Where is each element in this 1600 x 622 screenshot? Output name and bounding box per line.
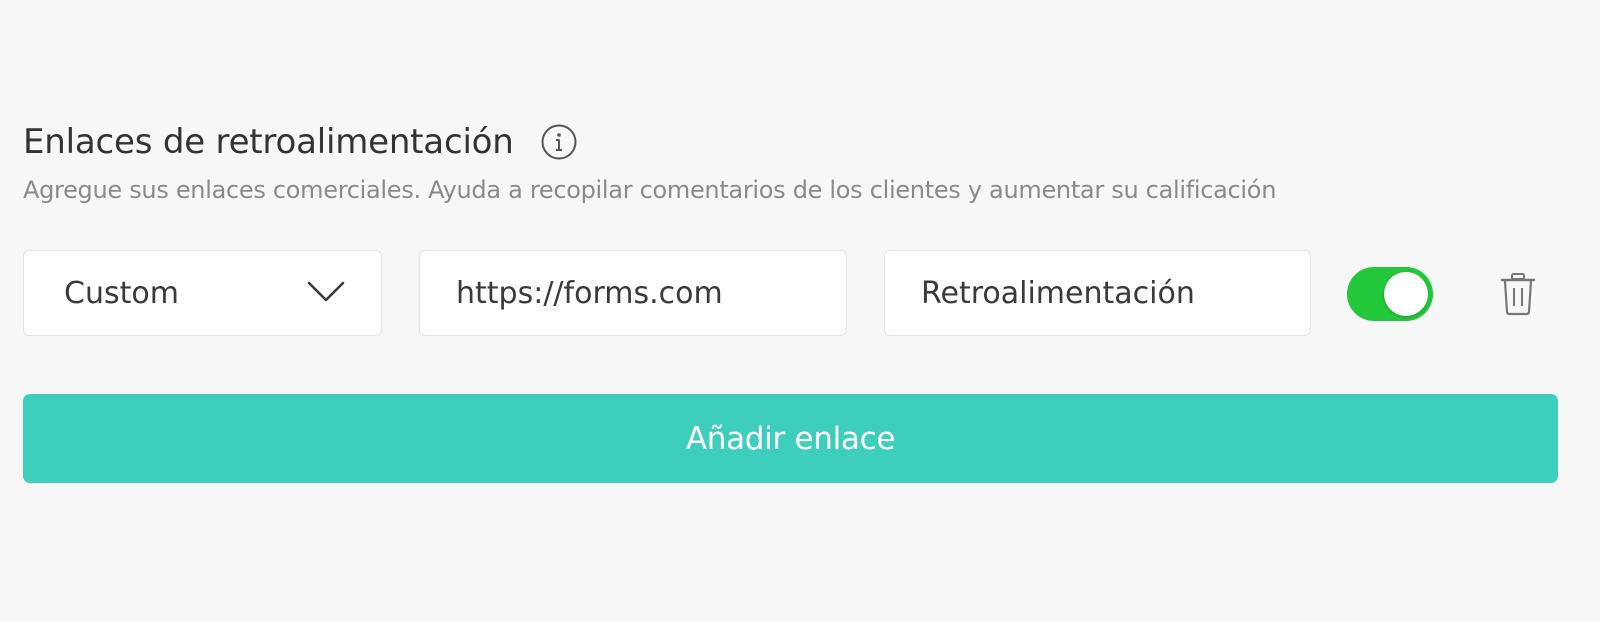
trash-icon (1500, 273, 1536, 316)
link-label-value: Retroalimentación (921, 275, 1195, 311)
section-header: Enlaces de retroalimentación (23, 118, 1558, 166)
info-icon[interactable] (541, 124, 577, 160)
toggle-knob (1384, 272, 1428, 316)
chevron-down-icon (307, 276, 345, 311)
feedback-links-section: Enlaces de retroalimentación Agregue sus… (23, 118, 1558, 483)
link-url-value: https://forms.com (456, 275, 723, 311)
link-type-value: Custom (64, 275, 179, 311)
feedback-link-row: Custom https://forms.com Retroalimentaci… (23, 250, 1558, 338)
link-url-input[interactable]: https://forms.com (419, 250, 847, 336)
add-link-button[interactable]: Añadir enlace (23, 394, 1558, 483)
link-enabled-toggle[interactable] (1347, 267, 1433, 321)
section-subtitle: Agregue sus enlaces comerciales. Ayuda a… (23, 176, 1277, 204)
link-label-input[interactable]: Retroalimentación (884, 250, 1311, 336)
link-type-select[interactable]: Custom (23, 250, 382, 336)
delete-link-button[interactable] (1498, 270, 1538, 318)
section-title: Enlaces de retroalimentación (23, 122, 514, 162)
